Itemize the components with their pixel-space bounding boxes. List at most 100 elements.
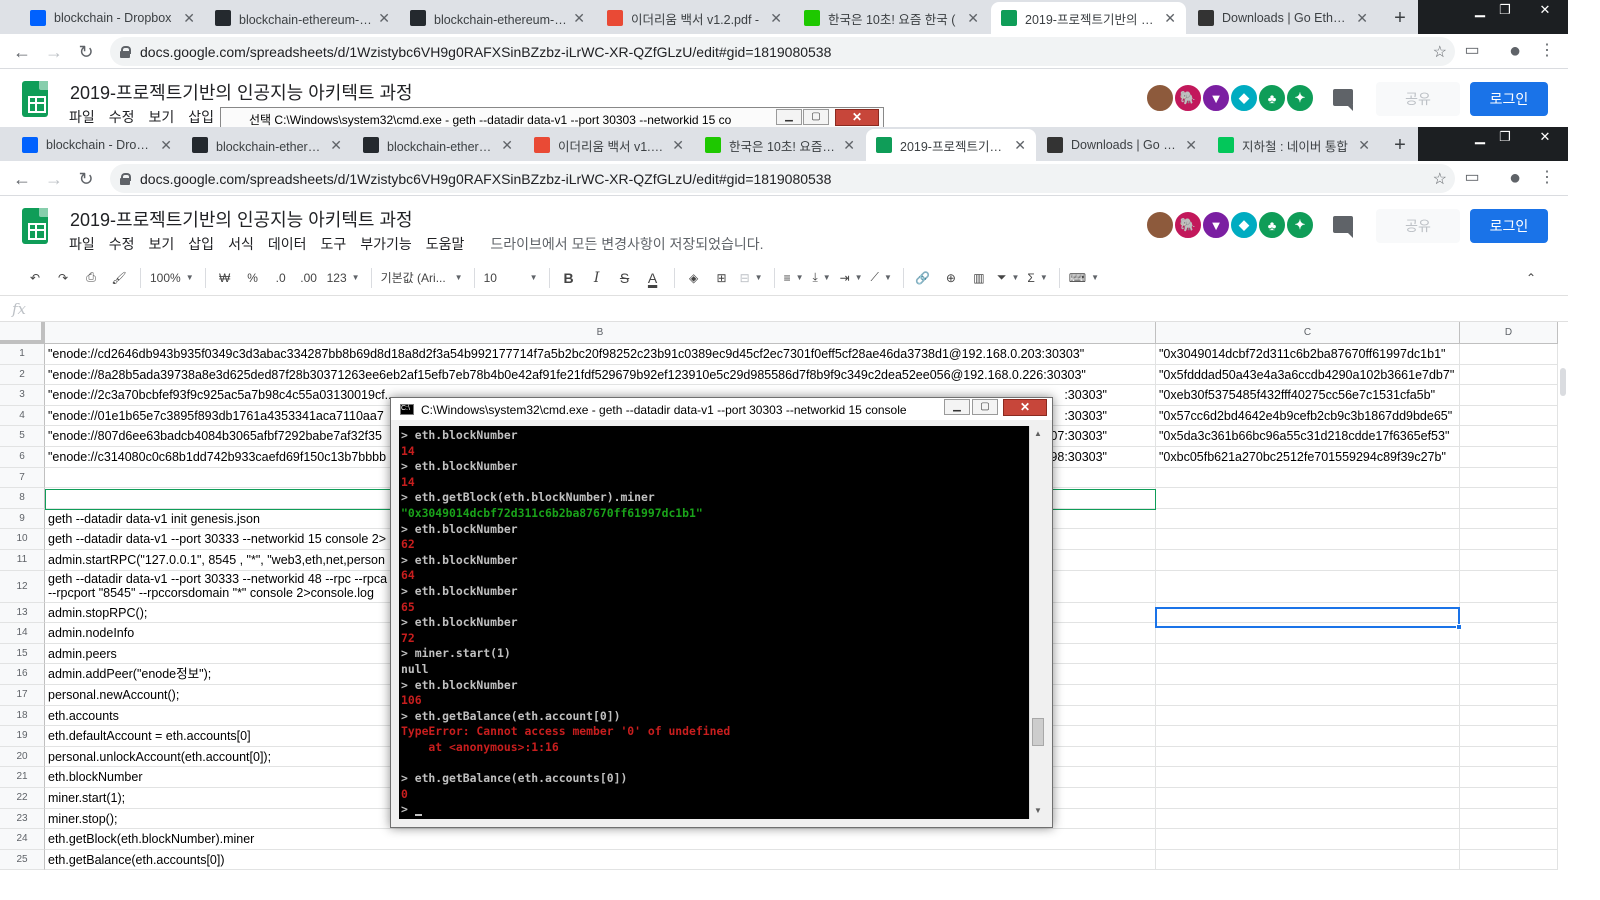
share-button[interactable]: 공유 (1376, 82, 1460, 116)
fill-handle[interactable] (1456, 624, 1462, 630)
comment-add-icon[interactable]: ⊕ (938, 265, 964, 291)
cell-d[interactable] (1460, 685, 1558, 706)
cell-d[interactable] (1460, 508, 1558, 530)
close-tab-icon[interactable]: ✕ (1014, 137, 1026, 154)
new-tab-button[interactable]: + (1386, 4, 1414, 32)
close-tab-icon[interactable]: ✕ (1356, 10, 1368, 27)
text-wrap-icon[interactable]: ⇥ ▼ (837, 265, 866, 291)
cell-d[interactable] (1460, 447, 1558, 468)
cell-d[interactable] (1460, 767, 1558, 788)
row-header[interactable]: 15 (0, 643, 45, 665)
tab[interactable]: blockchain-ethereum-발표 ✕ (353, 129, 523, 161)
menu-item[interactable]: 부가기능 (353, 234, 419, 254)
sheets-logo[interactable] (22, 81, 48, 117)
minimize-icon[interactable]: ▁ (776, 109, 802, 125)
row-header[interactable]: 25 (0, 849, 45, 871)
cast-icon[interactable]: ▭ (1460, 166, 1484, 190)
close-tab-icon[interactable]: ✕ (378, 10, 390, 27)
cell-d[interactable] (1460, 405, 1558, 427)
close-tab-icon[interactable]: ✕ (573, 10, 585, 27)
cell-c[interactable]: "0xeb30f5375485f432fff40275cc56e7c1531cf… (1156, 385, 1460, 406)
background-tab[interactable]: 한국은 10초! 요즘 한국 (✕ (794, 2, 989, 34)
tab[interactable]: 이더리움 백서 v1.2.pdf ✕ (524, 129, 694, 161)
cell-b[interactable]: "enode://cd2646db943b935f0349c3d3abac334… (45, 344, 1156, 365)
background-tab[interactable]: blockchain-ethereum-발표 ✕ (400, 2, 595, 34)
close-tab-icon[interactable]: ✕ (501, 137, 513, 154)
row-header[interactable]: 18 (0, 705, 45, 727)
avatar[interactable]: ✦ (1285, 83, 1315, 113)
cell-c[interactable] (1156, 508, 1460, 530)
formula-bar[interactable]: fx (0, 297, 1568, 322)
fill-color-icon[interactable]: ◈ (681, 265, 707, 291)
menu-item[interactable]: 파일 (62, 234, 102, 254)
close-tab-icon[interactable]: ✕ (672, 137, 684, 154)
cell-c[interactable]: "0x3049014dcbf72d311c6b2ba87670ff61997dc… (1156, 344, 1460, 365)
row-header[interactable]: 13 (0, 602, 45, 624)
cell-d[interactable] (1460, 570, 1558, 603)
close-tab-icon[interactable]: ✕ (843, 137, 855, 154)
row-header[interactable]: 4 (0, 405, 45, 427)
cell-d[interactable] (1460, 726, 1558, 747)
cell-c[interactable] (1156, 685, 1460, 706)
star-icon[interactable]: ☆ (1433, 169, 1447, 189)
save-status[interactable]: 드라이브에서 모든 변경사항이 저장되었습니다. (483, 234, 770, 254)
close-tab-icon[interactable]: ✕ (770, 10, 782, 27)
row-header[interactable]: 1 (0, 344, 45, 365)
menu-icon[interactable]: ⋮ (1535, 166, 1559, 190)
grid-scrollbar-thumb[interactable] (1560, 368, 1566, 396)
omnibox[interactable]: docs.google.com/spreadsheets/d/1Wzistybc… (110, 37, 1455, 66)
avatar[interactable]: ♣ (1257, 83, 1287, 113)
cell-d[interactable] (1460, 467, 1558, 489)
text-color-icon[interactable]: A (640, 265, 666, 291)
doc-title[interactable]: 2019-프로젝트기반의 인공지능 아키텍트 과정 (70, 206, 413, 232)
background-tab[interactable]: 이더리움 백서 v1.2.pdf - ✕ (597, 2, 792, 34)
row-header[interactable]: 19 (0, 726, 45, 747)
close-window-icon[interactable]: ✕ (1530, 0, 1560, 22)
row-header[interactable]: 12 (0, 570, 45, 603)
cell-c[interactable] (1156, 550, 1460, 571)
row-header[interactable]: 23 (0, 808, 45, 830)
cell-c[interactable] (1156, 602, 1460, 624)
cell-c[interactable] (1156, 570, 1460, 603)
undo-icon[interactable]: ↶ (22, 265, 48, 291)
italic-icon[interactable]: I (584, 265, 610, 291)
cell-c[interactable] (1156, 623, 1460, 644)
background-tab[interactable]: blockchain - Dropbox ✕ (20, 2, 205, 34)
reload-icon[interactable]: ↻ (74, 167, 98, 191)
scroll-up-icon[interactable]: ▲ (1030, 426, 1046, 442)
restore-icon[interactable]: ❐ (1490, 0, 1520, 22)
cell-c[interactable] (1156, 467, 1460, 489)
menu-item[interactable]: 삽입 (181, 107, 221, 127)
cell-d[interactable] (1460, 643, 1558, 665)
row-header[interactable]: 7 (0, 467, 45, 489)
close-tab-icon[interactable]: ✕ (1185, 137, 1197, 154)
cell-d[interactable] (1460, 364, 1558, 386)
cell-c[interactable] (1156, 488, 1460, 509)
row-header[interactable]: 3 (0, 385, 45, 406)
font-select[interactable]: 기본값 (Ari... ▼ (378, 265, 466, 291)
console-titlebar[interactable]: C:\ C:\Windows\system32\cmd.exe - geth -… (391, 398, 1052, 420)
cell-c[interactable] (1156, 788, 1460, 809)
star-icon[interactable]: ☆ (1433, 42, 1447, 62)
close-icon[interactable]: ✕ (835, 109, 879, 126)
functions-icon[interactable]: Σ ▼ (1024, 265, 1050, 291)
select-all-corner[interactable] (0, 322, 45, 344)
doc-title[interactable]: 2019-프로젝트기반의 인공지능 아키텍트 과정 (70, 79, 413, 105)
chart-icon[interactable]: ▥ (966, 265, 992, 291)
tab[interactable]: blockchain-ethereum-발표 ✕ (182, 129, 352, 161)
back-icon[interactable]: ← (10, 40, 34, 64)
minimize-icon[interactable]: ▁ (944, 399, 970, 415)
menu-item[interactable]: 도구 (313, 234, 353, 254)
cell-b[interactable]: eth.getBlock(eth.blockNumber).miner (45, 829, 1156, 850)
percent-format-button[interactable]: % (240, 265, 266, 291)
sheets-logo[interactable] (22, 208, 48, 244)
tab[interactable]: Downloads | Go Ethereum ✕ (1037, 129, 1207, 161)
tab[interactable]: blockchain - Dropbox ✕ (12, 129, 182, 161)
console-scrollbar-thumb[interactable] (1032, 718, 1044, 746)
reload-icon[interactable]: ↻ (74, 40, 98, 64)
strikethrough-icon[interactable]: S (612, 265, 638, 291)
row-header[interactable]: 20 (0, 746, 45, 768)
new-tab-button[interactable]: + (1386, 131, 1414, 159)
close-icon[interactable]: ✕ (1003, 399, 1047, 416)
cell-b[interactable]: eth.getBalance(eth.accounts[0]) (45, 849, 1156, 871)
